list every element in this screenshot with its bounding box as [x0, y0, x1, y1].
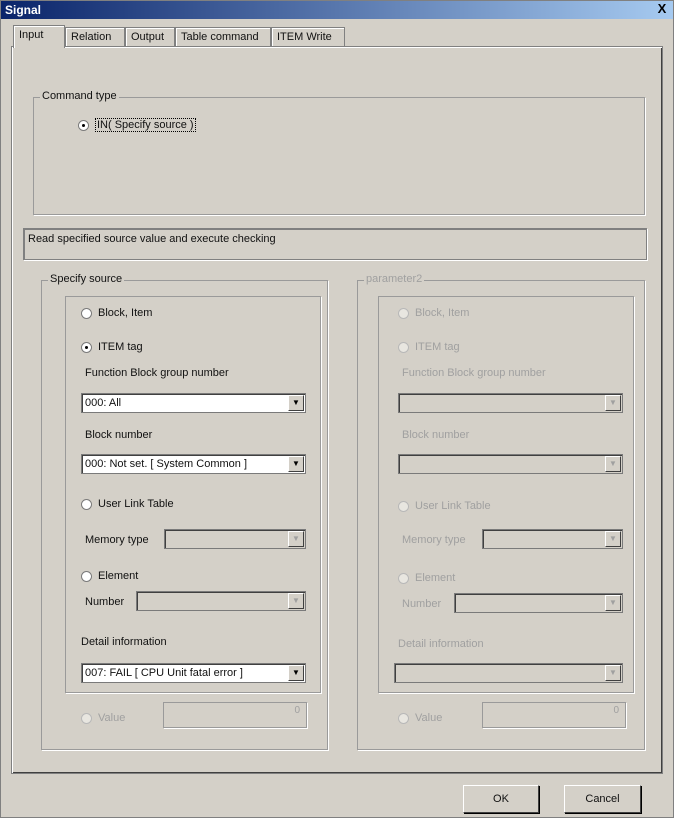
radio-element-label: Element — [98, 570, 139, 582]
p2-block-number-label: Block number — [402, 429, 470, 441]
radio-icon — [81, 307, 92, 319]
detail-info-value: 007: FAIL [ CPU Unit fatal error ] — [85, 667, 243, 679]
number-label: Number — [85, 596, 125, 608]
ok-button[interactable]: OK — [463, 785, 539, 813]
tab-table-command[interactable]: Table command — [175, 27, 271, 47]
chevron-down-icon[interactable]: ▼ — [605, 595, 621, 611]
radio-user-link-table-label: User Link Table — [98, 498, 174, 510]
radio-in-specify-source-label: IN( Specify source ) — [95, 118, 196, 132]
chevron-down-icon[interactable]: ▼ — [288, 665, 304, 681]
p2-radio-user-link-table-label: User Link Table — [415, 500, 491, 512]
cancel-button[interactable]: Cancel — [564, 785, 641, 813]
radio-icon — [81, 570, 92, 582]
block-number-label: Block number — [85, 429, 153, 441]
p2-radio-block-item-label: Block, Item — [415, 307, 470, 319]
specify-source-legend: Specify source — [48, 273, 125, 285]
p2-memory-type-label: Memory type — [402, 534, 466, 546]
p2-radio-element[interactable]: Element — [398, 572, 455, 584]
p2-radio-user-link-table[interactable]: User Link Table — [398, 500, 491, 512]
chevron-down-icon[interactable]: ▼ — [605, 456, 621, 472]
radio-icon — [81, 712, 92, 724]
radio-user-link-table[interactable]: User Link Table — [81, 498, 174, 510]
chevron-down-icon[interactable]: ▼ — [605, 531, 621, 547]
block-number-select[interactable]: 000: Not set. [ System Common ] ▼ — [81, 454, 306, 474]
close-icon[interactable]: X — [655, 2, 669, 16]
p2-fb-group-label: Function Block group number — [402, 367, 546, 379]
p2-number-label: Number — [402, 598, 442, 610]
p2-detail-info-select[interactable]: ▼ — [394, 663, 623, 683]
parameter2-legend: parameter2 — [364, 273, 425, 285]
p2-fb-group-select[interactable]: ▼ — [398, 393, 623, 413]
chevron-down-icon[interactable]: ▼ — [605, 665, 621, 681]
p2-radio-value[interactable]: Value — [398, 712, 442, 724]
tab-item-write[interactable]: ITEM Write — [271, 27, 345, 47]
radio-icon — [78, 119, 89, 131]
chevron-down-icon[interactable]: ▼ — [288, 395, 304, 411]
command-type-group: Command type IN( Specify source ) — [33, 90, 645, 215]
radio-block-item[interactable]: Block, Item — [81, 307, 152, 319]
fb-group-select[interactable]: 000: All ▼ — [81, 393, 306, 413]
fb-group-label: Function Block group number — [85, 367, 229, 379]
number-select[interactable]: ▼ — [136, 591, 306, 611]
p2-radio-item-tag-label: ITEM tag — [415, 341, 460, 353]
command-type-legend: Command type — [40, 90, 119, 102]
p2-radio-item-tag[interactable]: ITEM tag — [398, 341, 460, 353]
chevron-down-icon[interactable]: ▼ — [605, 395, 621, 411]
chevron-down-icon[interactable]: ▼ — [288, 456, 304, 472]
value-input[interactable]: 0 — [163, 702, 307, 728]
p2-number-select[interactable]: ▼ — [454, 593, 623, 613]
p2-radio-value-label: Value — [415, 712, 443, 724]
radio-item-tag[interactable]: ITEM tag — [81, 341, 143, 353]
block-number-value: 000: Not set. [ System Common ] — [85, 458, 248, 470]
radio-in-specify-source[interactable]: IN( Specify source ) — [78, 118, 196, 132]
p2-memory-type-select[interactable]: ▼ — [482, 529, 623, 549]
detail-info-select[interactable]: 007: FAIL [ CPU Unit fatal error ] ▼ — [81, 663, 306, 683]
detail-info-label: Detail information — [81, 636, 167, 648]
radio-icon — [81, 341, 92, 353]
p2-value-input[interactable]: 0 — [482, 702, 626, 728]
p2-detail-info-label: Detail information — [398, 638, 484, 650]
radio-icon — [81, 498, 92, 510]
memory-type-label: Memory type — [85, 534, 149, 546]
chevron-down-icon[interactable]: ▼ — [288, 531, 304, 547]
radio-icon — [398, 307, 409, 319]
fb-group-value: 000: All — [85, 397, 122, 409]
tab-output[interactable]: Output — [125, 27, 175, 47]
tab-input[interactable]: Input — [13, 25, 65, 48]
radio-icon — [398, 500, 409, 512]
radio-item-tag-label: ITEM tag — [98, 341, 143, 353]
signal-dialog: Signal X Input Relation Output Table com… — [0, 0, 674, 818]
parameter2-frame — [378, 296, 634, 693]
specify-source-frame — [65, 296, 321, 693]
p2-radio-element-label: Element — [415, 572, 456, 584]
description-text: Read specified source value and execute … — [23, 228, 647, 260]
tab-relation[interactable]: Relation — [65, 27, 125, 47]
title-bar: Signal — [1, 1, 673, 19]
radio-icon — [398, 341, 409, 353]
p2-block-number-select[interactable]: ▼ — [398, 454, 623, 474]
radio-block-item-label: Block, Item — [98, 307, 153, 319]
radio-value-label: Value — [98, 712, 126, 724]
memory-type-select[interactable]: ▼ — [164, 529, 306, 549]
window-title: Signal — [5, 3, 42, 17]
radio-icon — [398, 712, 409, 724]
radio-icon — [398, 572, 409, 584]
chevron-down-icon[interactable]: ▼ — [288, 593, 304, 609]
radio-element[interactable]: Element — [81, 570, 138, 582]
radio-value[interactable]: Value — [81, 712, 125, 724]
p2-radio-block-item[interactable]: Block, Item — [398, 307, 469, 319]
